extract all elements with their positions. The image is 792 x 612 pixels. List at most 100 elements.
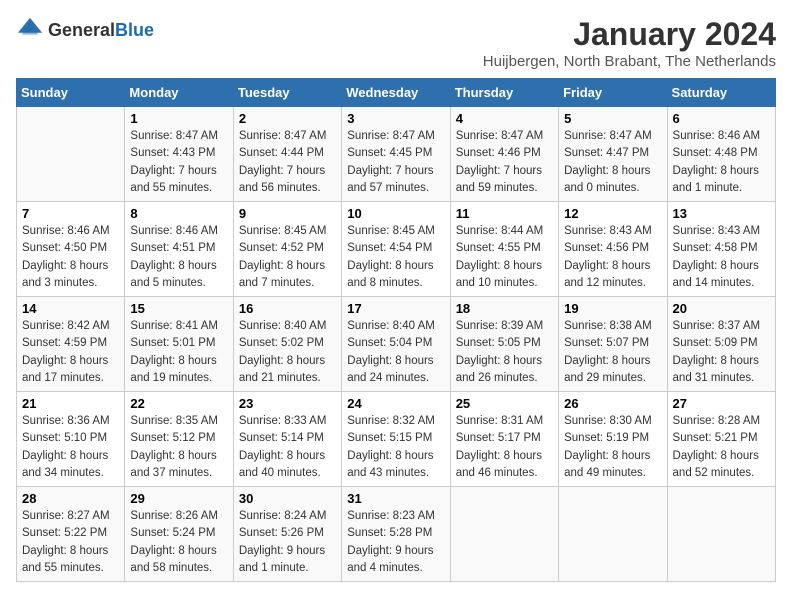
day-info-line: Daylight: 8 hours [564, 163, 661, 180]
calendar-body: 1Sunrise: 8:47 AMSunset: 4:43 PMDaylight… [17, 107, 776, 582]
calendar-cell: 10Sunrise: 8:45 AMSunset: 4:54 PMDayligh… [342, 202, 450, 297]
day-number: 10 [347, 206, 444, 221]
day-info-line: Daylight: 8 hours [456, 353, 553, 370]
day-number: 8 [130, 206, 227, 221]
day-info: Sunrise: 8:31 AMSunset: 5:17 PMDaylight:… [456, 413, 553, 482]
day-info-line: Daylight: 8 hours [456, 448, 553, 465]
day-info: Sunrise: 8:47 AMSunset: 4:43 PMDaylight:… [130, 128, 227, 197]
day-info-line: Sunset: 5:10 PM [22, 430, 119, 447]
day-info: Sunrise: 8:27 AMSunset: 5:22 PMDaylight:… [22, 508, 119, 577]
day-of-week-header: Friday [559, 79, 667, 107]
day-number: 11 [456, 206, 553, 221]
day-info-line: Sunrise: 8:47 AM [239, 128, 336, 145]
day-info-line: and 19 minutes. [130, 370, 227, 387]
calendar-week-row: 14Sunrise: 8:42 AMSunset: 4:59 PMDayligh… [17, 297, 776, 392]
day-info-line: Sunrise: 8:35 AM [130, 413, 227, 430]
calendar-cell [559, 487, 667, 582]
day-info: Sunrise: 8:44 AMSunset: 4:55 PMDaylight:… [456, 223, 553, 292]
calendar-cell: 23Sunrise: 8:33 AMSunset: 5:14 PMDayligh… [233, 392, 341, 487]
day-info-line: Daylight: 8 hours [347, 258, 444, 275]
day-info-line: Sunset: 4:43 PM [130, 145, 227, 162]
day-info-line: Daylight: 9 hours [239, 543, 336, 560]
day-info: Sunrise: 8:47 AMSunset: 4:46 PMDaylight:… [456, 128, 553, 197]
days-of-week-row: SundayMondayTuesdayWednesdayThursdayFrid… [17, 79, 776, 107]
calendar-cell: 11 Sunrise: 8:44 AMSunset: 4:55 PMDayligh… [450, 202, 558, 297]
calendar-cell: 13Sunrise: 8:43 AMSunset: 4:58 PMDayligh… [667, 202, 775, 297]
calendar-header: SundayMondayTuesdayWednesdayThursdayFrid… [17, 79, 776, 107]
day-info-line: Sunset: 5:12 PM [130, 430, 227, 447]
day-info-line: Daylight: 8 hours [673, 353, 770, 370]
day-number: 4 [456, 111, 553, 126]
calendar-cell: 14Sunrise: 8:42 AMSunset: 4:59 PMDayligh… [17, 297, 125, 392]
day-number: 1 [130, 111, 227, 126]
day-info-line: Sunset: 4:46 PM [456, 145, 553, 162]
day-of-week-header: Thursday [450, 79, 558, 107]
day-number: 22 [130, 396, 227, 411]
page-header: GeneralBlue January 2024 Huijbergen, Nor… [16, 16, 776, 70]
day-info-line: and 3 minutes. [22, 275, 119, 292]
day-info: Sunrise: 8:46 AMSunset: 4:50 PMDaylight:… [22, 223, 119, 292]
day-info-line: Daylight: 8 hours [22, 543, 119, 560]
calendar-cell: 2 Sunrise: 8:47 AMSunset: 4:44 PMDaylight… [233, 107, 341, 202]
day-info-line: Sunset: 5:15 PM [347, 430, 444, 447]
day-info-line: and 56 minutes. [239, 180, 336, 197]
day-info: Sunrise: 8:46 AMSunset: 4:48 PMDaylight:… [673, 128, 770, 197]
day-info-line: Sunset: 4:47 PM [564, 145, 661, 162]
day-info-line: Sunrise: 8:47 AM [456, 128, 553, 145]
day-number: 3 [347, 111, 444, 126]
day-number: 29 [130, 491, 227, 506]
calendar-week-row: 7Sunrise: 8:46 AMSunset: 4:50 PMDaylight… [17, 202, 776, 297]
day-number: 16 [239, 301, 336, 316]
logo-blue-text: Blue [115, 20, 154, 40]
logo-icon [16, 16, 44, 44]
day-info-line: Sunset: 4:45 PM [347, 145, 444, 162]
title-area: January 2024 Huijbergen, North Brabant, … [483, 16, 776, 70]
calendar-cell: 5Sunrise: 8:47 AMSunset: 4:47 PMDaylight… [559, 107, 667, 202]
day-info-line: and 5 minutes. [130, 275, 227, 292]
calendar-cell: 24 Sunrise: 8:32 AMSunset: 5:15 PMDayligh… [342, 392, 450, 487]
day-info-line: Sunrise: 8:47 AM [130, 128, 227, 145]
day-info-line: and 59 minutes. [456, 180, 553, 197]
day-info: Sunrise: 8:46 AMSunset: 4:51 PMDaylight:… [130, 223, 227, 292]
calendar-cell: 20Sunrise: 8:37 AMSunset: 5:09 PMDayligh… [667, 297, 775, 392]
day-info-line: Sunset: 4:52 PM [239, 240, 336, 257]
day-of-week-header: Tuesday [233, 79, 341, 107]
calendar-cell: 27Sunrise: 8:28 AMSunset: 5:21 PMDayligh… [667, 392, 775, 487]
day-info-line: Sunrise: 8:23 AM [347, 508, 444, 525]
day-info-line: Daylight: 9 hours [347, 543, 444, 560]
day-of-week-header: Wednesday [342, 79, 450, 107]
day-info: Sunrise: 8:33 AMSunset: 5:14 PMDaylight:… [239, 413, 336, 482]
day-number: 20 [673, 301, 770, 316]
day-number: 6 [673, 111, 770, 126]
day-info-line: and 0 minutes. [564, 180, 661, 197]
day-number: 15 [130, 301, 227, 316]
day-info: Sunrise: 8:47 AMSunset: 4:44 PMDaylight:… [239, 128, 336, 197]
calendar-cell: 25Sunrise: 8:31 AMSunset: 5:17 PMDayligh… [450, 392, 558, 487]
calendar-cell: 3Sunrise: 8:47 AMSunset: 4:45 PMDaylight… [342, 107, 450, 202]
day-number: 2 [239, 111, 336, 126]
day-info: Sunrise: 8:42 AMSunset: 4:59 PMDaylight:… [22, 318, 119, 387]
day-info-line: and 26 minutes. [456, 370, 553, 387]
day-info-line: Sunrise: 8:33 AM [239, 413, 336, 430]
day-info-line: Daylight: 8 hours [564, 448, 661, 465]
day-info-line: Sunset: 5:04 PM [347, 335, 444, 352]
day-info: Sunrise: 8:38 AMSunset: 5:07 PMDaylight:… [564, 318, 661, 387]
calendar-cell: 7Sunrise: 8:46 AMSunset: 4:50 PMDaylight… [17, 202, 125, 297]
day-info-line: Sunrise: 8:42 AM [22, 318, 119, 335]
day-info-line: Sunrise: 8:37 AM [673, 318, 770, 335]
day-number: 13 [673, 206, 770, 221]
day-info: Sunrise: 8:35 AMSunset: 5:12 PMDaylight:… [130, 413, 227, 482]
day-info-line: and 37 minutes. [130, 465, 227, 482]
day-number: 24 [347, 396, 444, 411]
calendar-cell: 28Sunrise: 8:27 AMSunset: 5:22 PMDayligh… [17, 487, 125, 582]
day-info-line: Sunrise: 8:44 AM [456, 223, 553, 240]
day-info: Sunrise: 8:23 AMSunset: 5:28 PMDaylight:… [347, 508, 444, 577]
day-info: Sunrise: 8:41 AMSunset: 5:01 PMDaylight:… [130, 318, 227, 387]
day-number: 17 [347, 301, 444, 316]
calendar-cell: 16Sunrise: 8:40 AMSunset: 5:02 PMDayligh… [233, 297, 341, 392]
day-info-line: Daylight: 8 hours [22, 353, 119, 370]
day-info-line: Sunrise: 8:47 AM [564, 128, 661, 145]
day-number: 21 [22, 396, 119, 411]
day-info-line: Daylight: 8 hours [564, 258, 661, 275]
day-info: Sunrise: 8:32 AMSunset: 5:15 PMDaylight:… [347, 413, 444, 482]
